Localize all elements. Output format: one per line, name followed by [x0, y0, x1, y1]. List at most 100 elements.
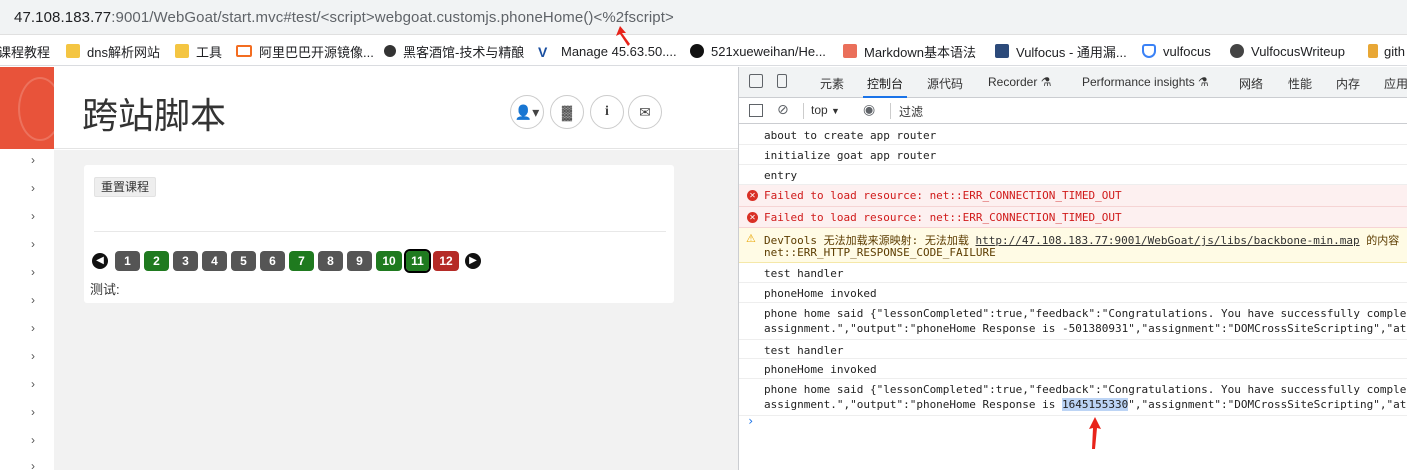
folder-icon — [66, 44, 80, 58]
context-selector[interactable]: top ▼ — [811, 103, 840, 117]
bookmark-item[interactable]: 工具 — [175, 41, 222, 61]
bookmark-label: 课程教程 — [0, 44, 51, 60]
bookmark-item[interactable]: 黑客酒馆-技术与精酿 — [384, 41, 524, 61]
test-label: 测试: — [90, 282, 120, 297]
spider-icon — [384, 45, 396, 57]
alibaba-icon — [236, 45, 252, 57]
console-prompt-icon[interactable]: › — [747, 414, 754, 428]
toolbar-divider — [890, 103, 891, 119]
page-button-11[interactable]: 11 — [404, 249, 431, 273]
bookmark-item[interactable]: vulfocus — [1142, 41, 1211, 61]
chevron-right-icon[interactable]: › — [31, 265, 35, 279]
url-text[interactable]: 47.108.183.77:9001/WebGoat/start.mvc#tes… — [14, 9, 674, 26]
address-bar[interactable]: 47.108.183.77:9001/WebGoat/start.mvc#tes… — [0, 0, 1407, 35]
page-button-4[interactable]: 4 — [202, 251, 227, 271]
annotation-arrow-icon — [616, 26, 630, 46]
clear-console-icon[interactable]: ⊘ — [777, 101, 789, 118]
chevron-right-icon[interactable]: › — [31, 181, 35, 195]
page-button-3[interactable]: 3 — [173, 251, 198, 271]
inspect-element-icon[interactable] — [749, 74, 763, 88]
tab-elements[interactable]: 元素 — [820, 75, 844, 92]
chevron-right-icon[interactable]: › — [31, 209, 35, 223]
chevron-right-icon[interactable]: › — [31, 433, 35, 447]
about-button[interactable]: i — [590, 95, 624, 129]
v-icon: V — [538, 44, 548, 60]
bookmark-item[interactable]: 课程教程 — [0, 41, 50, 61]
contact-button[interactable]: ✉ — [628, 95, 662, 129]
bookmark-item[interactable]: dns解析网站 — [66, 41, 160, 61]
log-text: Failed to load resource: net::ERR_CONNEC… — [764, 211, 1122, 224]
chevron-right-icon[interactable]: › — [31, 237, 35, 251]
console-toolbar: ⊘ top ▼ ◉ 过滤 — [739, 98, 1407, 124]
console-message: about to create app router — [739, 125, 1407, 145]
tab-performance-insights[interactable]: Performance insights ⚗ — [1082, 75, 1209, 89]
chevron-right-icon[interactable]: › — [31, 293, 35, 307]
error-icon: ✕ — [747, 190, 758, 201]
page-header: 跨站脚本 👤▾ ▓ i ✉ — [54, 67, 738, 149]
chevron-right-icon[interactable]: › — [31, 377, 35, 391]
bookmark-item[interactable]: Markdown基本语法 — [843, 41, 976, 61]
bookmark-label: dns解析网站 — [87, 44, 160, 60]
bookmark-item[interactable]: Vulfocus - 通用漏... — [995, 41, 1127, 61]
page-button-8[interactable]: 8 — [318, 251, 343, 271]
console-message: entry — [739, 165, 1407, 185]
tab-network[interactable]: 网络 — [1239, 75, 1263, 92]
page-button-7[interactable]: 7 — [289, 251, 314, 271]
github-icon — [690, 44, 704, 58]
chevron-right-icon[interactable]: › — [31, 321, 35, 335]
tab-performance[interactable]: 性能 — [1288, 75, 1312, 92]
bookmark-item[interactable]: 521xueweihan/He... — [690, 41, 826, 61]
info-icon: i — [605, 104, 609, 119]
bookmark-label: 521xueweihan/He... — [711, 43, 826, 59]
page-button-9[interactable]: 9 — [347, 251, 372, 271]
tab-recorder[interactable]: Recorder ⚗ — [988, 75, 1051, 89]
webgoat-page: › › › › › › › › › › › › 跨站脚本 👤▾ ▓ i ✉ 重置… — [0, 67, 738, 473]
log-text: phoneHome invoked — [764, 287, 877, 300]
log-text: about to create app router — [764, 129, 937, 142]
context-label: top — [811, 103, 828, 117]
report-card-button[interactable]: ▓ — [550, 95, 584, 129]
bookmark-item[interactable]: 阿里巴巴开源镜像... — [236, 41, 374, 61]
bookmark-label: 工具 — [196, 44, 223, 60]
log-text: net::ERR_HTTP_RESPONSE_CODE_FAILURE — [764, 246, 996, 259]
chevron-right-icon[interactable]: › — [31, 405, 35, 419]
prev-page-icon[interactable]: ◀ — [92, 253, 108, 269]
page-button-12[interactable]: 12 — [433, 251, 459, 271]
tab-sources[interactable]: 源代码 — [927, 75, 963, 92]
chevron-right-icon[interactable]: › — [31, 349, 35, 363]
filter-input[interactable]: 过滤 — [899, 103, 923, 120]
page-button-10[interactable]: 10 — [376, 251, 402, 271]
source-map-link[interactable]: http://47.108.183.77:9001/WebGoat/js/lib… — [975, 234, 1359, 247]
console-output: about to create app router initialize go… — [739, 125, 1407, 470]
url-host: 47.108.183.77 — [14, 9, 112, 26]
phonehome-response-value[interactable]: 1645155330 — [1062, 398, 1129, 411]
webgoat-logo[interactable] — [0, 67, 62, 149]
bookmark-label: Markdown基本语法 — [864, 44, 976, 60]
output-suffix: ","assignment":"DOMCrossSiteScripting","… — [1128, 398, 1407, 411]
page-button-6[interactable]: 6 — [260, 251, 285, 271]
bookmark-item[interactable]: V Manage 45.63.50.... — [538, 41, 677, 61]
page-button-1[interactable]: 1 — [115, 251, 140, 271]
device-toolbar-icon[interactable] — [777, 74, 787, 88]
eye-icon[interactable]: ◉ — [863, 101, 875, 118]
page-button-5[interactable]: 5 — [231, 251, 256, 271]
bookmark-item[interactable]: VulfocusWriteup — [1230, 41, 1345, 61]
user-menu-button[interactable]: 👤▾ — [510, 95, 544, 129]
chevron-right-icon[interactable]: › — [31, 459, 35, 473]
reset-lesson-button[interactable]: 重置课程 — [94, 177, 157, 197]
folder-icon — [175, 44, 189, 58]
globe-icon — [1230, 44, 1244, 58]
tab-application[interactable]: 应用 — [1384, 75, 1407, 92]
page-button-2[interactable]: 2 — [144, 251, 169, 271]
log-text: phone home said {"lessonCompleted":true,… — [764, 307, 1407, 320]
log-text: assignment.","output":"phoneHome Respons… — [764, 322, 1407, 335]
divider — [94, 231, 666, 232]
next-page-icon[interactable]: ▶ — [465, 253, 481, 269]
tab-console[interactable]: 控制台 — [862, 75, 908, 98]
chevron-right-icon[interactable]: › — [31, 153, 35, 167]
chart-icon: ▓ — [561, 104, 573, 120]
sidebar-toggle-icon[interactable] — [749, 104, 763, 117]
bookmark-item[interactable]: gith — [1368, 41, 1405, 61]
mail-icon: ✉ — [639, 103, 651, 120]
tab-memory[interactable]: 内存 — [1336, 75, 1360, 92]
